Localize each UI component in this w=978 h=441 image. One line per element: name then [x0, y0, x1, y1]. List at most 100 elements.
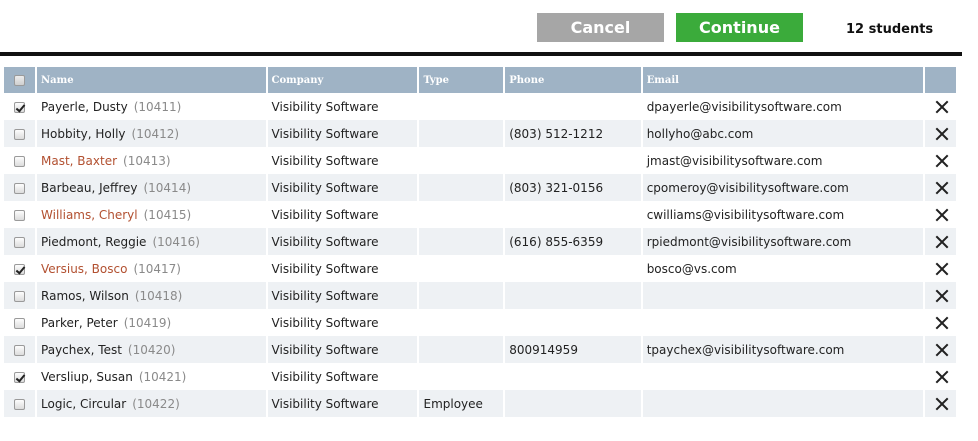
continue-button[interactable]: Continue: [676, 13, 803, 42]
phone-cell: (616) 855-6359: [505, 228, 641, 255]
company-cell: Visibility Software: [267, 390, 418, 417]
row-checkbox[interactable]: [14, 101, 25, 113]
close-icon[interactable]: [935, 208, 949, 222]
row-select-cell: [4, 336, 36, 363]
student-id: (10417): [133, 261, 181, 276]
phone-cell: [505, 282, 641, 309]
name-cell: Piedmont, Reggie (10416): [37, 228, 266, 255]
student-name[interactable]: Williams, Cheryl: [41, 208, 138, 222]
remove-cell: [924, 390, 956, 417]
phone-cell: [505, 255, 641, 282]
student-id: (10413): [123, 153, 171, 168]
row-select-cell: [4, 363, 36, 390]
row-checkbox[interactable]: [14, 128, 25, 140]
column-header-name[interactable]: Name: [37, 67, 266, 93]
row-checkbox[interactable]: [14, 317, 25, 329]
remove-cell: [924, 309, 956, 336]
student-id: (10421): [138, 369, 187, 384]
row-checkbox[interactable]: [14, 398, 25, 410]
type-cell: [419, 93, 504, 120]
student-id: (10422): [132, 396, 180, 411]
row-select-cell: [4, 93, 36, 120]
row-checkbox[interactable]: [14, 263, 25, 275]
student-name[interactable]: Ramos, Wilson: [41, 289, 129, 303]
column-header-phone[interactable]: Phone: [505, 67, 641, 93]
close-icon[interactable]: [935, 370, 949, 384]
student-name[interactable]: Payerle, Dusty: [41, 100, 128, 114]
table-row: Williams, Cheryl (10415) Visibility Softwa…: [4, 201, 956, 228]
student-name[interactable]: Mast, Baxter: [41, 154, 117, 168]
close-icon[interactable]: [935, 235, 949, 249]
remove-cell: [924, 363, 956, 390]
phone-cell: [505, 363, 641, 390]
name-cell: Mast, Baxter (10413): [37, 147, 266, 174]
phone-cell: 800914959: [505, 336, 641, 363]
email-cell: cpomeroy@visibilitysoftware.com: [642, 174, 923, 201]
type-cell: [419, 174, 504, 201]
table-row: Paychex, Test (10420) Visibility Software 8…: [4, 336, 956, 363]
close-icon[interactable]: [935, 316, 949, 330]
name-cell: Logic, Circular (10422): [37, 390, 266, 417]
column-header-type[interactable]: Type: [419, 67, 504, 93]
divider: [0, 52, 962, 56]
select-all-checkbox[interactable]: [14, 74, 25, 86]
email-cell: [642, 309, 923, 336]
cancel-button[interactable]: Cancel: [537, 13, 664, 42]
student-name[interactable]: Piedmont, Reggie: [41, 235, 146, 249]
row-select-cell: [4, 282, 36, 309]
phone-cell: [505, 147, 641, 174]
student-name[interactable]: Paychex, Test: [41, 343, 122, 357]
name-cell: Barbeau, Jeffrey (10414): [37, 174, 266, 201]
row-checkbox[interactable]: [14, 290, 25, 302]
table-row: Barbeau, Jeffrey (10414) Visibility Softwa…: [4, 174, 956, 201]
close-icon[interactable]: [935, 289, 949, 303]
student-name[interactable]: Parker, Peter: [41, 316, 118, 330]
email-cell: hollyho@abc.com: [642, 120, 923, 147]
table-row: Versius, Bosco (10417) Visibility Software…: [4, 255, 956, 282]
students-table: Name Company Type Phone Email Payerle, D…: [2, 67, 958, 417]
row-checkbox[interactable]: [14, 371, 25, 383]
close-icon[interactable]: [935, 397, 949, 411]
name-cell: Hobbity, Holly (10412): [37, 120, 266, 147]
student-name[interactable]: Hobbity, Holly: [41, 127, 126, 141]
name-cell: Parker, Peter (10419): [37, 309, 266, 336]
name-cell: Ramos, Wilson (10418): [37, 282, 266, 309]
student-name[interactable]: Barbeau, Jeffrey: [41, 181, 137, 195]
type-cell: [419, 282, 504, 309]
close-icon[interactable]: [935, 154, 949, 168]
email-cell: jmast@visibilitysoftware.com: [642, 147, 923, 174]
row-checkbox[interactable]: [14, 236, 25, 248]
row-select-cell: [4, 255, 36, 282]
student-id: (10412): [131, 126, 180, 141]
close-icon[interactable]: [935, 181, 949, 195]
column-header-company[interactable]: Company: [267, 67, 418, 93]
remove-cell: [924, 174, 956, 201]
company-cell: Visibility Software: [267, 282, 418, 309]
row-select-cell: [4, 228, 36, 255]
table-row: Parker, Peter (10419) Visibility Software: [4, 309, 956, 336]
student-name[interactable]: Logic, Circular: [41, 397, 126, 411]
row-checkbox[interactable]: [14, 182, 25, 194]
student-id: (10419): [123, 315, 172, 330]
student-name[interactable]: Versliup, Susan: [41, 370, 133, 384]
row-checkbox[interactable]: [14, 209, 25, 221]
student-name[interactable]: Versius, Bosco: [41, 262, 127, 276]
phone-cell: [505, 201, 641, 228]
row-checkbox[interactable]: [14, 344, 25, 356]
email-cell: rpiedmont@visibilitysoftware.com: [642, 228, 923, 255]
row-checkbox[interactable]: [14, 155, 25, 167]
close-icon[interactable]: [935, 262, 949, 276]
close-icon[interactable]: [935, 100, 949, 114]
close-icon[interactable]: [935, 127, 949, 141]
close-icon[interactable]: [935, 343, 949, 357]
column-header-email[interactable]: Email: [642, 67, 923, 93]
table-row: Logic, Circular (10422) Visibility Softwar…: [4, 390, 956, 417]
name-cell: Williams, Cheryl (10415): [37, 201, 266, 228]
type-cell: [419, 201, 504, 228]
student-id: (10420): [127, 342, 176, 357]
name-cell: Paychex, Test (10420): [37, 336, 266, 363]
company-cell: Visibility Software: [267, 201, 418, 228]
remove-cell: [924, 93, 956, 120]
header-select-cell: [4, 67, 36, 93]
type-cell: [419, 309, 504, 336]
